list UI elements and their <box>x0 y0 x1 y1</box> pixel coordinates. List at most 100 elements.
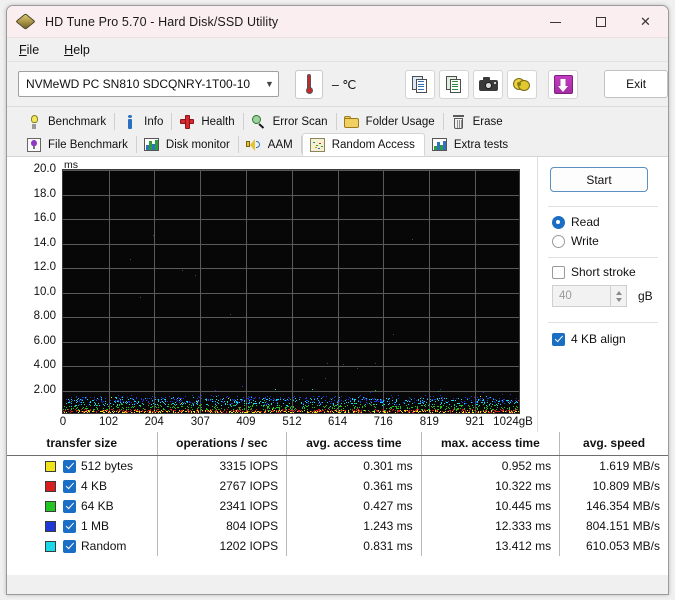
menu-file[interactable]: File <box>16 41 51 59</box>
tab-erase[interactable]: Erase <box>444 110 512 133</box>
series-visibility-checkbox[interactable] <box>63 519 76 533</box>
chart-data-point <box>281 406 283 407</box>
chart-data-point <box>290 408 292 410</box>
screenshot-button[interactable] <box>473 69 504 99</box>
chart-data-point <box>295 398 297 400</box>
stepper-down-icon[interactable] <box>615 297 622 302</box>
chart-data-point <box>324 409 326 411</box>
tab-extra-tests[interactable]: Extra tests <box>425 133 517 156</box>
chart-data-point <box>71 411 73 413</box>
x-axis-tick-label: 716 <box>373 416 393 428</box>
checkbox-short-stroke[interactable]: Short stroke <box>552 265 636 279</box>
chart-data-point <box>324 377 326 379</box>
chart-data-point <box>235 405 236 407</box>
chart-data-point <box>374 363 376 365</box>
tab-disk-monitor[interactable]: Disk monitor <box>137 133 239 156</box>
tab-benchmark[interactable]: Benchmark <box>19 110 116 133</box>
series-visibility-checkbox[interactable] <box>63 539 76 553</box>
chart-data-point <box>485 405 487 407</box>
chart-data-point <box>407 400 409 402</box>
maximize-button[interactable] <box>578 6 623 38</box>
chart-data-point <box>352 405 354 407</box>
tab-random-access[interactable]: Random Access <box>301 133 425 156</box>
chart-data-point <box>200 394 202 396</box>
tab-aam[interactable]: AAM <box>239 133 302 156</box>
short-stroke-value[interactable]: 40 <box>552 285 611 307</box>
chart-data-point <box>396 401 398 403</box>
chart-data-point <box>250 406 252 408</box>
chart-data-point <box>249 400 250 402</box>
tab-folder-usage[interactable]: Folder Usage <box>337 110 444 133</box>
tab-health[interactable]: Health <box>172 110 244 133</box>
chart-data-point <box>388 407 390 409</box>
chart-data-point <box>443 405 445 407</box>
chart-data-point <box>179 400 181 402</box>
tab-error-scan[interactable]: Error Scan <box>244 110 337 133</box>
radio-write[interactable]: Write <box>552 234 599 248</box>
chart-data-point <box>127 399 129 401</box>
stepper-up-icon[interactable] <box>615 290 622 295</box>
chart-data-point <box>288 410 290 412</box>
start-button[interactable]: Start <box>550 167 648 192</box>
gridline-vertical <box>200 170 202 413</box>
close-button[interactable]: ✕ <box>623 6 668 38</box>
chart-data-point <box>272 402 274 404</box>
menu-help[interactable]: Help <box>61 41 102 59</box>
series-label: 64 KB <box>81 499 114 513</box>
series-visibility-checkbox[interactable] <box>63 479 76 493</box>
chart-data-point <box>437 409 439 411</box>
copy-to-clipboard-button[interactable] <box>405 69 436 99</box>
chart-data-point <box>483 409 485 411</box>
menu-bar: File Help <box>7 38 668 62</box>
radio-write-indicator <box>552 234 565 248</box>
x-axis-tick-label: 102 <box>99 416 119 428</box>
scatter-plot-icon <box>310 137 326 153</box>
chart-data-point <box>287 397 289 399</box>
series-visibility-checkbox[interactable] <box>63 459 76 473</box>
gridline-horizontal <box>63 292 519 294</box>
chart-data-point <box>412 403 414 405</box>
chart-data-point <box>277 410 279 412</box>
chart-data-point <box>501 406 503 408</box>
chart-data-point <box>302 379 304 381</box>
chart-data-point <box>224 404 226 406</box>
download-button[interactable] <box>548 69 579 99</box>
export-button[interactable] <box>439 69 470 99</box>
magnifier-icon <box>251 114 267 130</box>
series-visibility-checkbox[interactable] <box>63 499 76 513</box>
exit-button[interactable]: Exit <box>604 70 668 98</box>
chart-data-point <box>499 401 501 403</box>
checkbox-4kb-align[interactable]: 4 KB align <box>552 332 626 346</box>
chart-data-point <box>209 411 211 413</box>
chart-data-point <box>360 402 362 404</box>
cell-avg-access-time: 0.361 ms <box>286 476 422 496</box>
chart-data-point <box>122 397 124 399</box>
chart-data-point <box>229 397 230 398</box>
minimize-button[interactable] <box>533 6 578 38</box>
chart-data-point <box>512 411 514 413</box>
tab-info[interactable]: Info <box>115 110 173 133</box>
cell-operations: 2767 IOPS <box>156 476 287 496</box>
chart-data-point <box>341 400 343 402</box>
chart-data-point <box>359 395 361 397</box>
chart-data-point <box>196 403 198 405</box>
chart-data-point <box>217 406 219 408</box>
table-row: 512 bytes 3315 IOPS 0.301 ms 0.952 ms 1.619 … <box>7 455 668 476</box>
chart-data-point <box>505 411 507 413</box>
cell-operations: 3315 IOPS <box>156 455 287 476</box>
chart-data-point <box>450 405 452 407</box>
measure-button[interactable] <box>507 69 538 99</box>
chart-data-point <box>462 409 464 411</box>
chart-data-point <box>508 403 510 405</box>
chart-data-point <box>486 398 488 400</box>
radio-read[interactable]: Read <box>552 215 600 229</box>
tab-file-benchmark[interactable]: File Benchmark <box>19 133 137 156</box>
short-stroke-size-stepper[interactable]: 40 gB <box>552 285 653 307</box>
chart-data-point <box>130 258 132 260</box>
chart-data-point <box>130 409 132 410</box>
drive-selector[interactable]: NVMeWD PC SN810 SDCQNRY-1T00-10 ▼ <box>18 71 279 97</box>
chart-data-point <box>348 397 350 398</box>
chart-data-point <box>364 409 366 411</box>
chart-data-point <box>69 411 71 413</box>
stepper-buttons[interactable] <box>611 285 627 307</box>
